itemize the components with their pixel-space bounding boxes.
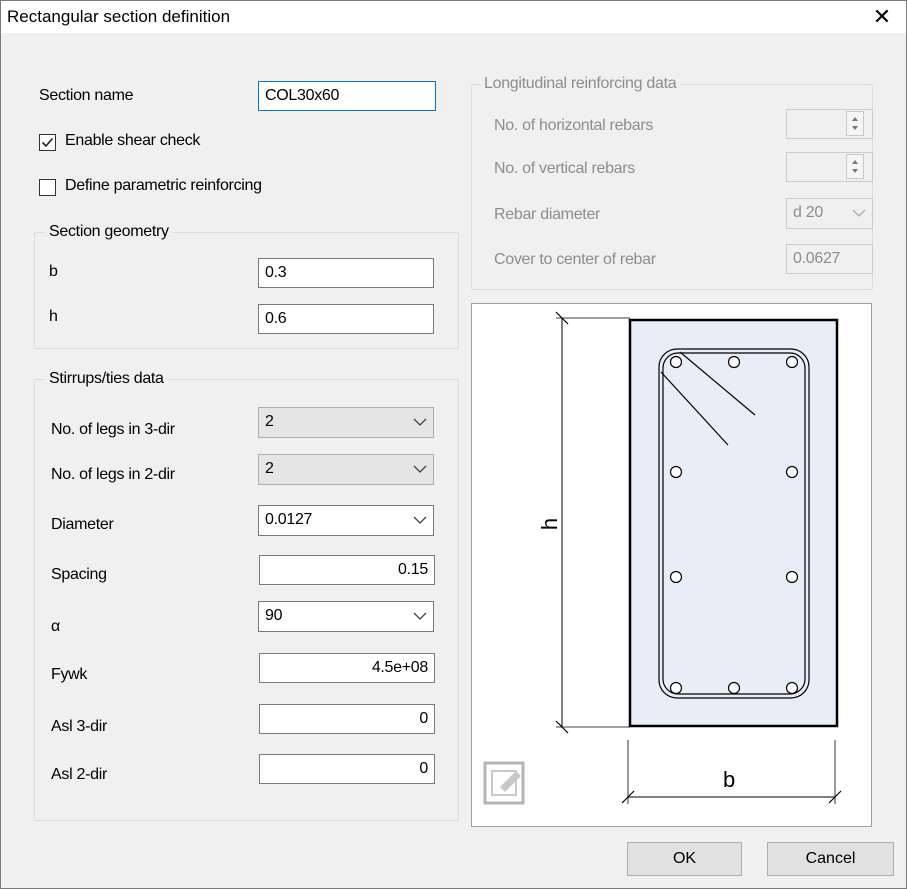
alpha-select[interactable]: 90 bbox=[258, 601, 434, 632]
rebar-diameter-value: d 20 bbox=[793, 204, 823, 221]
asl-2dir-label: Asl 2-dir bbox=[51, 766, 107, 783]
checkmark-icon bbox=[41, 137, 54, 148]
chevron-down-icon bbox=[413, 418, 427, 426]
legs-3dir-label: No. of legs in 3-dir bbox=[51, 421, 175, 438]
cover-input[interactable]: 0.0627 bbox=[786, 244, 873, 274]
legs-2dir-select[interactable]: 2 bbox=[258, 454, 434, 485]
rebar bbox=[727, 355, 741, 369]
concrete-section bbox=[628, 318, 839, 728]
rebar bbox=[669, 570, 683, 584]
rebar-diameter-select[interactable]: d 20 bbox=[786, 198, 873, 229]
diameter-label: Diameter bbox=[51, 516, 114, 533]
legs-3dir-select[interactable]: 2 bbox=[258, 407, 434, 438]
asl-2dir-input[interactable]: 0 bbox=[259, 754, 435, 784]
h-label: h bbox=[49, 308, 58, 325]
cover-label: Cover to center of rebar bbox=[494, 251, 656, 268]
legs-2dir-label: No. of legs in 2-dir bbox=[51, 466, 175, 483]
section-drawing-panel: h b bbox=[471, 303, 872, 827]
diameter-select[interactable]: 0.0127 bbox=[258, 505, 434, 536]
spinner-icon[interactable] bbox=[846, 111, 864, 136]
edit-drawing-icon bbox=[483, 761, 525, 805]
rebar-diameter-label: Rebar diameter bbox=[494, 206, 601, 223]
fywk-input[interactable]: 4.5e+08 bbox=[259, 653, 435, 683]
b-label: b bbox=[49, 263, 58, 280]
section-name-input[interactable]: COL30x60 bbox=[258, 81, 436, 111]
ok-button[interactable]: OK bbox=[627, 842, 742, 876]
cancel-button[interactable]: Cancel bbox=[767, 842, 894, 876]
define-parametric-label: Define parametric reinforcing bbox=[65, 177, 262, 194]
rebar bbox=[669, 681, 683, 695]
spacing-input[interactable]: 0.15 bbox=[259, 555, 435, 585]
section-geometry-title: Section geometry bbox=[45, 223, 173, 241]
b-input[interactable]: 0.3 bbox=[258, 258, 434, 288]
asl-3dir-label: Asl 3-dir bbox=[51, 718, 107, 735]
spinner-icon[interactable] bbox=[846, 154, 864, 179]
h-dimension-label: h bbox=[537, 517, 563, 531]
rebar bbox=[785, 355, 799, 369]
rebar bbox=[669, 465, 683, 479]
asl-3dir-input[interactable]: 0 bbox=[259, 704, 435, 734]
spacing-label: Spacing bbox=[51, 566, 107, 583]
b-dimension-label: b bbox=[723, 767, 736, 792]
section-name-label: Section name bbox=[39, 87, 134, 104]
enable-shear-check-label: Enable shear check bbox=[65, 132, 201, 149]
dialog-window: Rectangular section definition ✕ Section… bbox=[0, 0, 907, 889]
chevron-down-icon bbox=[413, 612, 427, 620]
title-bar: Rectangular section definition ✕ bbox=[1, 1, 906, 33]
fywk-label: Fywk bbox=[51, 666, 88, 683]
rebar bbox=[785, 570, 799, 584]
horizontal-rebars-label: No. of horizontal rebars bbox=[494, 117, 654, 134]
rebar bbox=[727, 681, 741, 695]
chevron-down-icon bbox=[852, 209, 866, 217]
alpha-label: α bbox=[51, 618, 60, 635]
chevron-down-icon bbox=[413, 465, 427, 473]
legs-2dir-value: 2 bbox=[265, 460, 274, 477]
vertical-rebars-label: No. of vertical rebars bbox=[494, 160, 636, 177]
rebar bbox=[785, 681, 799, 695]
rebar bbox=[669, 355, 683, 369]
h-input[interactable]: 0.6 bbox=[258, 304, 434, 334]
chevron-down-icon bbox=[413, 516, 427, 524]
window-title: Rectangular section definition bbox=[7, 7, 231, 26]
enable-shear-check-checkbox[interactable] bbox=[39, 134, 56, 151]
define-parametric-checkbox[interactable] bbox=[39, 179, 56, 196]
rebar bbox=[785, 465, 799, 479]
section-drawing bbox=[483, 311, 842, 805]
close-icon[interactable]: ✕ bbox=[862, 3, 902, 31]
alpha-value: 90 bbox=[265, 607, 283, 624]
diameter-value: 0.0127 bbox=[265, 511, 313, 528]
stirrups-title: Stirrups/ties data bbox=[45, 370, 168, 388]
legs-3dir-value: 2 bbox=[265, 413, 274, 430]
longitudinal-title: Longitudinal reinforcing data bbox=[480, 75, 681, 93]
